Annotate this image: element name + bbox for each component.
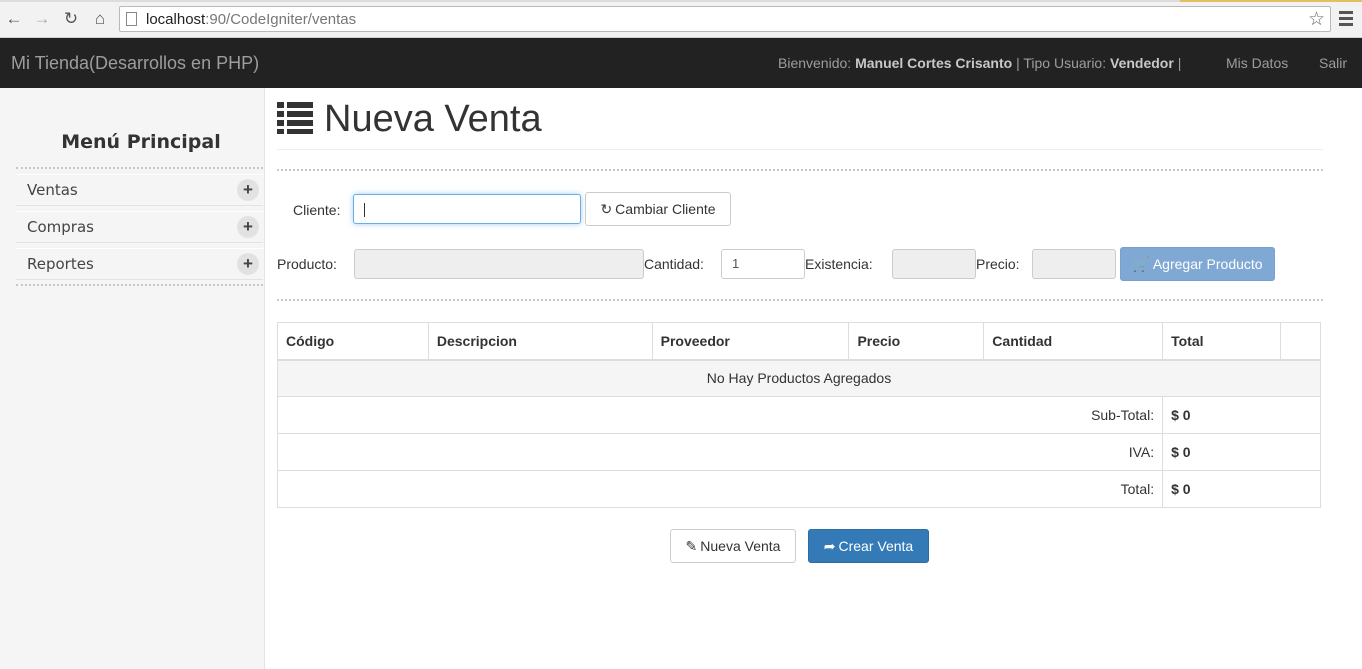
plus-icon[interactable]: +: [237, 216, 259, 238]
column-header: Proveedor: [651, 322, 850, 361]
plus-icon[interactable]: +: [237, 253, 259, 275]
precio-input[interactable]: [1032, 249, 1116, 279]
existencia-input[interactable]: [892, 249, 976, 279]
reload-icon[interactable]: ↻: [61, 9, 81, 29]
table-row: No Hay Productos Agregados: [277, 359, 1321, 397]
page-icon: [126, 12, 137, 26]
title-rule: [277, 149, 1323, 150]
user-name: Manuel Cortes Crisanto: [855, 55, 1013, 71]
bookmark-star-icon[interactable]: ☆: [1308, 8, 1325, 31]
share-icon: ➦: [823, 538, 836, 554]
address-bar[interactable]: localhost:90/CodeIgniter/ventas ☆: [119, 6, 1331, 32]
brand[interactable]: Mi Tienda(Desarrollos en PHP): [11, 53, 259, 74]
column-header: Precio: [848, 322, 985, 361]
sidebar-item-label: Compras: [27, 218, 94, 236]
divider: [16, 284, 263, 286]
producto-input[interactable]: [354, 249, 644, 279]
plus-icon[interactable]: +: [237, 179, 259, 201]
home-icon[interactable]: ⌂: [90, 9, 110, 29]
cantidad-label: Cantidad:: [644, 256, 704, 272]
page-title: Nueva Venta: [324, 98, 542, 140]
table-row: IVA: $ 0: [276, 433, 1321, 471]
column-header: Total: [1162, 322, 1281, 361]
cantidad-input[interactable]: 1: [721, 249, 805, 279]
browser-menu-icon[interactable]: [1339, 11, 1353, 27]
browser-toolbar: ← → ↻ ⌂ localhost:90/CodeIgniter/ventas …: [0, 0, 1362, 38]
column-header: Descripcion: [427, 322, 653, 361]
table-row: Total: $ 0: [276, 470, 1321, 508]
subtotal-label: Sub-Total:: [276, 396, 1164, 434]
sidebar-item-ventas[interactable]: Ventas +: [16, 174, 263, 206]
products-table: Código Descripcion Proveedor Precio Cant…: [276, 322, 1322, 508]
url-text: localhost:90/CodeIgniter/ventas: [146, 11, 357, 28]
divider: [277, 299, 1323, 301]
user-type: Vendedor: [1110, 55, 1174, 71]
sidebar-item-label: Reportes: [27, 255, 94, 273]
iva-label: IVA:: [276, 433, 1164, 471]
cliente-label: Cliente:: [293, 202, 341, 218]
edit-icon: ✎: [685, 538, 698, 554]
existencia-label: Existencia:: [805, 256, 873, 272]
back-icon[interactable]: ←: [4, 9, 24, 29]
sidebar: Menú Principal Ventas + Compras + Report…: [0, 88, 265, 669]
refresh-icon: ↻: [600, 201, 613, 217]
app-navbar: Mi Tienda(Desarrollos en PHP) Bienvenido…: [0, 38, 1362, 88]
cart-icon: 🛒: [1132, 256, 1150, 272]
welcome-text: Bienvenido: Manuel Cortes Crisanto | Tip…: [778, 55, 1182, 71]
divider: [277, 169, 1323, 171]
nueva-venta-button[interactable]: ✎ Nueva Venta: [670, 529, 796, 563]
mis-datos-link[interactable]: Mis Datos: [1226, 55, 1288, 71]
cliente-input[interactable]: [353, 194, 581, 224]
column-header: [1279, 322, 1322, 361]
sidebar-item-compras[interactable]: Compras +: [16, 211, 263, 243]
crear-venta-button[interactable]: ➦ Crear Venta: [808, 529, 929, 563]
column-header: Cantidad: [983, 322, 1164, 361]
list-icon: [277, 102, 313, 134]
sidebar-item-reportes[interactable]: Reportes +: [16, 248, 263, 280]
divider: [16, 167, 263, 169]
empty-message: No Hay Productos Agregados: [277, 359, 1321, 397]
iva-value: $ 0: [1162, 433, 1321, 471]
table-row: Sub-Total: $ 0: [276, 396, 1321, 434]
sidebar-title: Menú Principal: [61, 131, 221, 153]
forward-icon[interactable]: →: [32, 9, 52, 29]
sidebar-item-label: Ventas: [27, 181, 78, 199]
total-value: $ 0: [1162, 470, 1321, 508]
subtotal-value: $ 0: [1162, 396, 1321, 434]
cambiar-cliente-button[interactable]: ↻ Cambiar Cliente: [585, 192, 731, 226]
column-header: Código: [277, 322, 429, 361]
producto-label: Producto:: [277, 256, 337, 272]
agregar-producto-button[interactable]: 🛒 Agregar Producto: [1120, 247, 1275, 281]
total-label: Total:: [276, 470, 1164, 508]
precio-label: Precio:: [976, 256, 1020, 272]
salir-link[interactable]: Salir: [1319, 55, 1347, 71]
table-header-row: Código Descripcion Proveedor Precio Cant…: [277, 322, 1322, 361]
